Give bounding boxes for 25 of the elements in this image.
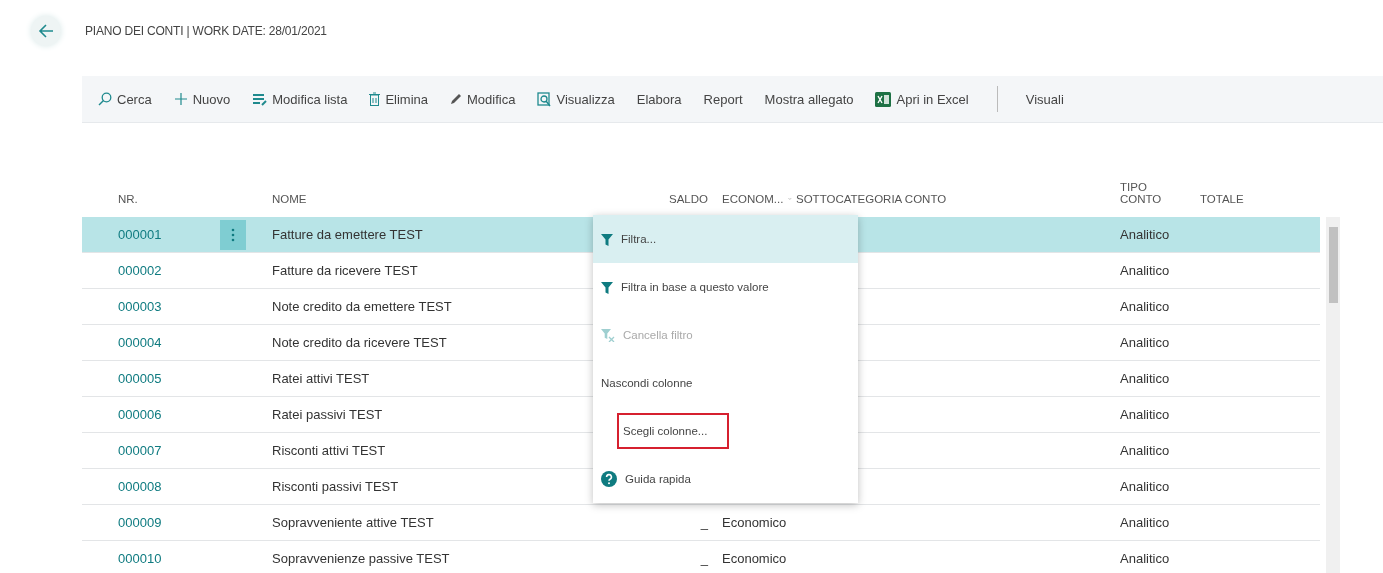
table-cell: Economico [722, 515, 787, 530]
table-cell: Ratei attivi TEST [272, 371, 370, 386]
page-title: PIANO DEI CONTI | WORK DATE: 28/01/2021 [85, 24, 327, 38]
table-cell: Economico [722, 551, 787, 566]
table-cell: Analitico [1120, 551, 1170, 566]
table-cell: Analitico [1120, 407, 1170, 422]
table-cell: Analitico [1120, 479, 1170, 494]
table-cell: Sopravvenienze passive TEST [272, 551, 450, 566]
table-cell: Fatture da emettere TEST [272, 227, 423, 242]
table-cell: Analitico [1120, 335, 1170, 350]
table-cell: Risconti attivi TEST [272, 443, 386, 458]
table-cell: Analitico [1120, 515, 1170, 530]
table-cell: Analitico [1120, 371, 1170, 386]
table-cell: Analitico [1120, 443, 1170, 458]
table-cell: Risconti passivi TEST [272, 479, 399, 494]
table-cell: Ratei passivi TEST [272, 407, 383, 422]
table-cell: Sopravveniente attive TEST [272, 515, 434, 530]
table-cell: Note credito da ricevere TEST [272, 335, 447, 350]
table-cell: Analitico [1120, 299, 1170, 314]
table-cell: Fatture da ricevere TEST [272, 263, 418, 278]
table-cell: Analitico [1120, 263, 1170, 278]
table-cell: Note credito da emettere TEST [272, 299, 452, 314]
table-cell: Analitico [1120, 227, 1170, 242]
table-cell: _ [700, 515, 708, 530]
table-cell: _ [700, 551, 708, 566]
